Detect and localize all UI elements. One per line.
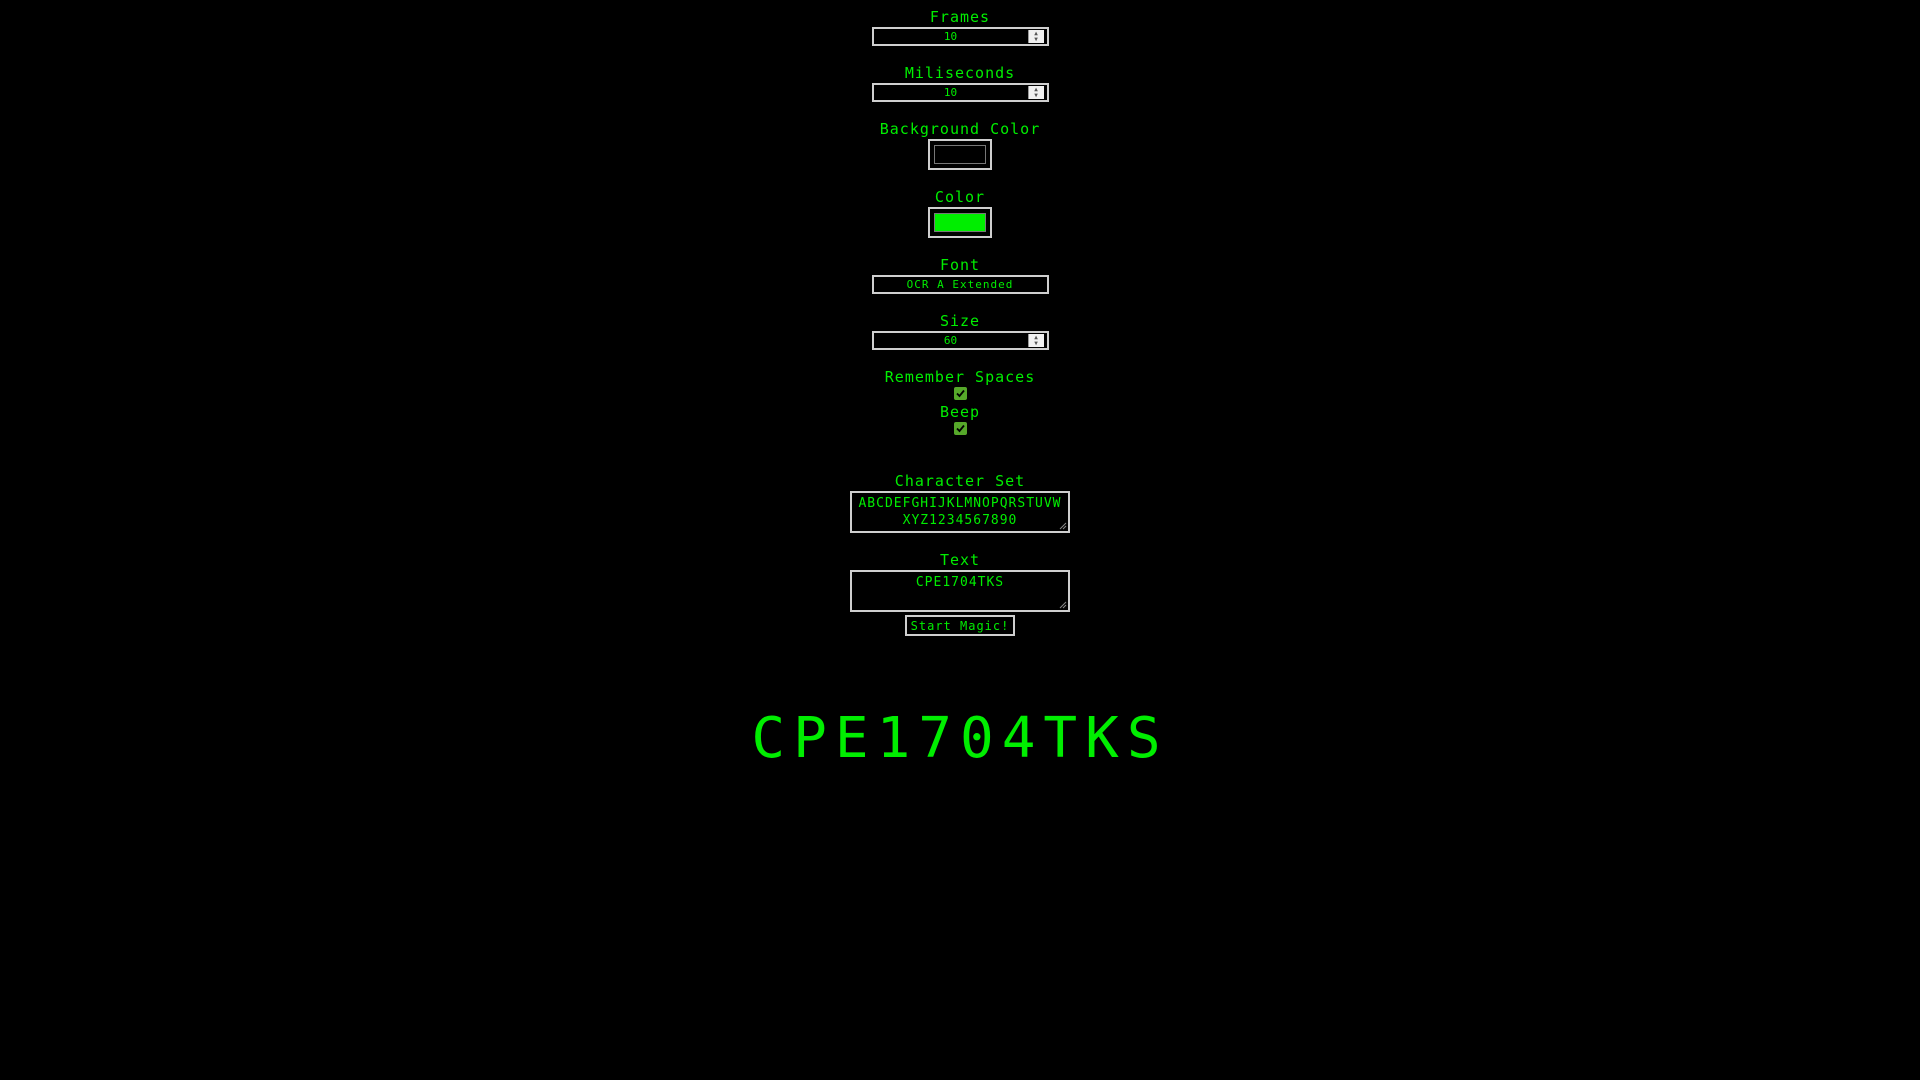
beep-checkbox[interactable] [953, 422, 967, 435]
checkmark-icon [955, 389, 965, 398]
background-color-label: Background Color [879, 120, 1041, 138]
text-textarea[interactable]: CPE1704TKS [850, 570, 1070, 612]
character-set-value: ABCDEFGHIJKLMNOPQRSTUVWXYZ1234567890 [858, 496, 1062, 528]
remember-spaces-label: Remember Spaces [884, 368, 1036, 386]
text-value: CPE1704TKS [915, 575, 1005, 590]
color-label: Color [934, 188, 986, 206]
milliseconds-label: Miliseconds [904, 64, 1016, 82]
remember-spaces-checkbox[interactable] [953, 387, 967, 400]
size-stepper[interactable]: ▲▼ [871, 331, 1049, 350]
checkmark-icon [955, 424, 965, 433]
milliseconds-stepper[interactable]: ▲▼ [871, 83, 1049, 102]
text-label: Text [939, 551, 981, 569]
spinner-arrows-icon[interactable]: ▲ ▼ [1027, 334, 1044, 347]
frames-stepper[interactable]: ▲▼ [871, 27, 1049, 46]
milliseconds-input[interactable] [873, 85, 1028, 100]
frames-input[interactable] [873, 29, 1028, 44]
background-color-swatch [934, 145, 986, 164]
size-input[interactable] [873, 333, 1028, 348]
font-label: Font [939, 256, 981, 274]
beep-label: Beep [939, 403, 981, 421]
spinner-arrows-icon[interactable]: ▲ ▼ [1027, 86, 1044, 99]
character-set-textarea[interactable]: ABCDEFGHIJKLMNOPQRSTUVWXYZ1234567890 [850, 491, 1070, 533]
color-picker[interactable] [928, 207, 992, 238]
size-label: Size [939, 312, 981, 330]
settings-panel: Frames ▲▼ Miliseconds ▲▼ Background Colo… [0, 0, 1920, 636]
frames-label: Frames [929, 8, 991, 26]
character-set-label: Character Set [894, 472, 1026, 490]
resize-grip-icon[interactable] [1059, 601, 1067, 609]
font-input[interactable] [871, 275, 1049, 294]
background-color-picker[interactable] [928, 139, 992, 170]
start-magic-button[interactable]: Start Magic! [904, 615, 1016, 636]
resize-grip-icon[interactable] [1059, 522, 1067, 530]
color-swatch [934, 213, 986, 232]
spinner-arrows-icon[interactable]: ▲ ▼ [1027, 30, 1044, 43]
output-text: CPE1704TKS [751, 706, 1169, 771]
